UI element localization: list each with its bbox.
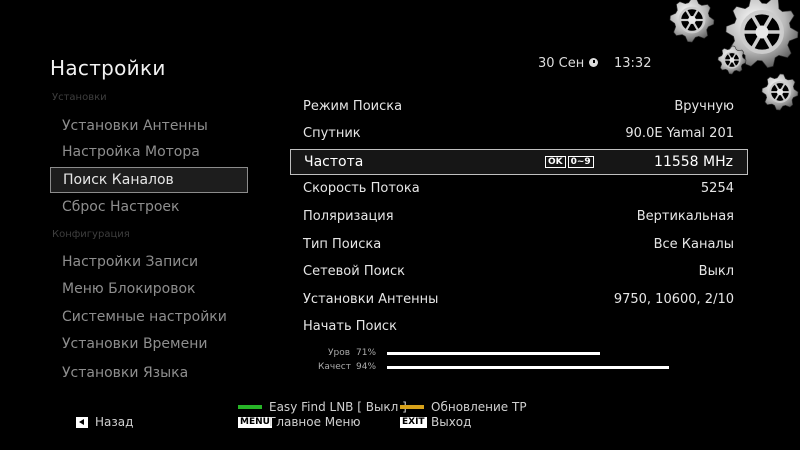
row-network-search[interactable]: Сетевой Поиск Выкл	[290, 258, 748, 285]
row-value: 9750, 10600, 2/10	[613, 292, 734, 307]
sidebar-item-time-settings[interactable]: Установки Времени	[50, 331, 248, 357]
row-start-search[interactable]: Начать Поиск	[290, 313, 748, 340]
back-arrow-icon[interactable]	[76, 417, 88, 428]
signal-level-value: 71%	[356, 348, 377, 358]
sidebar-item-system-settings[interactable]: Системные настройки	[50, 304, 248, 330]
row-label: Частота	[304, 154, 364, 170]
row-label: Поляризация	[303, 209, 394, 224]
time-label: 13:32	[614, 56, 652, 71]
row-label: Установки Антенны	[303, 292, 439, 307]
date-label: 30 Сен	[538, 56, 585, 71]
row-value: Выкл	[698, 264, 734, 279]
row-value: Вертикальная	[636, 209, 734, 224]
back-label[interactable]: Назад	[95, 415, 133, 429]
signal-level-label: Уров	[328, 348, 351, 358]
main-menu-label[interactable]: Главное Меню	[269, 415, 360, 429]
start-search-button[interactable]: Начать Поиск	[303, 313, 397, 340]
section-header-setup: Установки	[52, 92, 107, 103]
tp-update-label[interactable]: Обновление TP	[431, 400, 527, 414]
easy-find-lnb-label[interactable]: Easy Find LNB [ Выкл ]	[269, 400, 407, 414]
signal-quality-label: Качест	[318, 362, 351, 372]
sidebar-item-lock-menu[interactable]: Меню Блокировок	[50, 276, 248, 302]
row-value: Все Каналы	[653, 237, 734, 252]
row-search-mode[interactable]: Режим Поиска Вручную	[290, 93, 748, 120]
page-title: Настройки	[50, 56, 166, 80]
sidebar-item-antenna-setup[interactable]: Установки Антенны	[50, 113, 248, 139]
sidebar-item-record-settings[interactable]: Настройки Записи	[50, 249, 248, 275]
green-key-icon	[238, 405, 262, 409]
exit-key-icon: EXIT	[400, 417, 427, 428]
row-value: 90.0E Yamal 201	[625, 126, 734, 141]
row-symbol-rate[interactable]: Скорость Потока 5254	[290, 175, 748, 202]
row-value: 11558 MHz	[654, 154, 733, 170]
yellow-key-icon	[400, 405, 424, 409]
row-label: Сетевой Поиск	[303, 264, 406, 279]
row-label: Скорость Потока	[303, 181, 420, 196]
signal-level-bar	[387, 352, 600, 355]
ok-key-hint: OK	[545, 156, 566, 168]
signal-quality-bar	[387, 366, 669, 369]
sidebar-item-factory-reset[interactable]: Сброс Настроек	[50, 194, 248, 220]
row-label: Спутник	[303, 126, 361, 141]
row-value: Вручную	[674, 99, 734, 114]
row-satellite[interactable]: Спутник 90.0E Yamal 201	[290, 120, 748, 147]
menu-key-icon: MENU	[238, 417, 272, 428]
clock-icon	[589, 58, 598, 67]
section-header-configuration: Конфигурация	[52, 229, 130, 240]
row-frequency[interactable]: Частота OK 0~9 11558 MHz	[290, 149, 748, 175]
sidebar-item-language-settings[interactable]: Установки Языка	[50, 360, 248, 386]
row-label: Тип Поиска	[303, 237, 382, 252]
row-label: Режим Поиска	[303, 99, 403, 114]
row-value: 5254	[700, 181, 734, 196]
digits-key-hint: 0~9	[567, 156, 594, 168]
row-polarization[interactable]: Поляризация Вертикальная	[290, 203, 748, 230]
signal-quality-value: 94%	[356, 362, 377, 372]
row-search-type[interactable]: Тип Поиска Все Каналы	[290, 231, 748, 258]
row-antenna-settings[interactable]: Установки Антенны 9750, 10600, 2/10	[290, 286, 748, 313]
input-hint: OK 0~9	[545, 156, 596, 168]
sidebar-item-motor-setup[interactable]: Настройка Мотора	[50, 139, 248, 165]
sidebar-item-channel-search[interactable]: Поиск Каналов	[50, 167, 248, 193]
exit-label[interactable]: Выход	[431, 415, 471, 429]
